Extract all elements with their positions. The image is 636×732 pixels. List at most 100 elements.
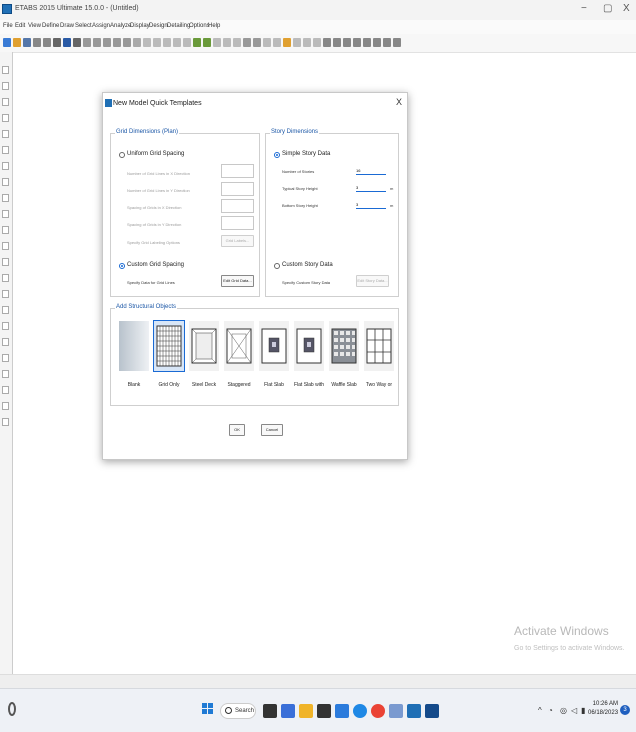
volume-icon[interactable]: ◁: [571, 706, 577, 715]
rotate-icon[interactable]: [153, 38, 161, 47]
typical-story-height-input[interactable]: [356, 184, 386, 192]
wall-stack-icon[interactable]: [2, 306, 9, 314]
num-grid-x-field[interactable]: [221, 164, 254, 178]
zoom-out-icon[interactable]: [103, 38, 111, 47]
close-window-icon[interactable]: X: [623, 3, 630, 14]
menu-edit[interactable]: Edit: [15, 23, 25, 29]
move-up-icon[interactable]: [193, 38, 201, 47]
spacing-y-field[interactable]: [221, 216, 254, 230]
refresh-icon[interactable]: [53, 38, 61, 47]
menu-options[interactable]: Options: [189, 23, 210, 29]
snap-to-lines-icon[interactable]: [2, 386, 9, 394]
pointer-icon[interactable]: [143, 38, 151, 47]
flat-slab-template-tile[interactable]: [259, 321, 289, 371]
taskbar-search[interactable]: Search: [220, 703, 256, 719]
snap-to-grid-icon[interactable]: [2, 402, 9, 410]
zoom-in-icon[interactable]: [93, 38, 101, 47]
shell-icon[interactable]: [303, 38, 311, 47]
elevation-view-icon[interactable]: [183, 38, 191, 47]
move-down-icon[interactable]: [203, 38, 211, 47]
draw-wall-icon[interactable]: [363, 38, 371, 47]
redo-icon[interactable]: [43, 38, 51, 47]
menu-detailing[interactable]: Detailing: [167, 23, 190, 29]
draw-brace-tool-icon[interactable]: [2, 162, 9, 170]
draw-floor-icon[interactable]: [2, 178, 9, 186]
save-icon[interactable]: [23, 38, 31, 47]
wifi-icon[interactable]: ◎: [560, 706, 567, 715]
lock-icon[interactable]: [63, 38, 71, 47]
snap-to-perpendicular-icon[interactable]: [2, 370, 9, 378]
draw-joint-icon[interactable]: [2, 98, 9, 106]
draw-frame-icon[interactable]: [2, 114, 9, 122]
pan-icon[interactable]: [133, 38, 141, 47]
draw-beam-icon[interactable]: [323, 38, 331, 47]
open-icon[interactable]: [13, 38, 21, 47]
draw-column-icon[interactable]: [333, 38, 341, 47]
draw-tendon-icon[interactable]: [2, 242, 9, 250]
task-view-icon[interactable]: [263, 704, 277, 718]
menu-display[interactable]: Display: [130, 23, 150, 29]
draw-column-tool-icon[interactable]: [2, 146, 9, 154]
waffle-slab-template-tile[interactable]: [329, 321, 359, 371]
chrome-icon[interactable]: [371, 704, 385, 718]
design-icon[interactable]: [283, 38, 291, 47]
draw-slab-icon[interactable]: [353, 38, 361, 47]
grid-labels-button[interactable]: Grid Labels...: [221, 235, 254, 247]
snap-to-intersections-icon[interactable]: [2, 354, 9, 362]
number-of-stories-input[interactable]: [356, 167, 386, 175]
menu-view[interactable]: View: [28, 23, 41, 29]
zoom-previous-icon[interactable]: [123, 38, 131, 47]
notepad-icon[interactable]: [389, 704, 403, 718]
restore-icon[interactable]: ▢: [603, 3, 612, 14]
menu-help[interactable]: Help: [208, 23, 220, 29]
menu-select[interactable]: Select: [75, 23, 92, 29]
windows-start-icon[interactable]: [202, 703, 214, 715]
flat-slab-with-template-tile[interactable]: [294, 321, 324, 371]
draw-wall-tool-icon[interactable]: [2, 194, 9, 202]
two-way-template-tile[interactable]: [364, 321, 394, 371]
ok-button[interactable]: OK: [229, 424, 245, 436]
cancel-button[interactable]: Cancel: [261, 424, 283, 436]
etabs-taskbar-icon[interactable]: [407, 704, 421, 718]
undo-icon[interactable]: [33, 38, 41, 47]
spacing-x-field[interactable]: [221, 199, 254, 213]
edit-story-data-button[interactable]: Edit Story Data...: [356, 275, 389, 287]
clock[interactable]: 10:26 AM 06/18/2023: [588, 700, 618, 718]
menu-file[interactable]: File: [3, 23, 13, 29]
set-display-icon[interactable]: [223, 38, 231, 47]
draw-null-area-icon[interactable]: [2, 210, 9, 218]
draw-brace-icon[interactable]: [343, 38, 351, 47]
browser-icon[interactable]: [353, 704, 367, 718]
custom-grid-spacing-radio[interactable]: [119, 263, 125, 269]
deformed-shape-icon[interactable]: [253, 38, 261, 47]
menu-draw[interactable]: Draw: [60, 23, 74, 29]
snap-icon[interactable]: [243, 38, 251, 47]
link-icon[interactable]: [313, 38, 321, 47]
store-icon[interactable]: [317, 704, 331, 718]
widgets-icon[interactable]: [281, 704, 295, 718]
reference-point-icon[interactable]: [2, 290, 9, 298]
zoom-extents-icon[interactable]: [113, 38, 121, 47]
draw-dimension-icon[interactable]: [393, 38, 401, 47]
zoom-window-icon[interactable]: [83, 38, 91, 47]
draw-opening-icon[interactable]: [373, 38, 381, 47]
plan-view-icon[interactable]: [173, 38, 181, 47]
menu-assign[interactable]: Assign: [92, 23, 110, 29]
menu-analyze[interactable]: Analyze: [110, 23, 131, 29]
etabs-dialog-taskbar-icon[interactable]: [425, 704, 439, 718]
forces-icon[interactable]: [263, 38, 271, 47]
steel-deck-template-tile[interactable]: [189, 321, 219, 371]
uniform-grid-spacing-radio[interactable]: [119, 152, 125, 158]
weather-icon[interactable]: [8, 702, 16, 716]
draw-beam-tool-icon[interactable]: [2, 130, 9, 138]
reactions-icon[interactable]: [273, 38, 281, 47]
menu-define[interactable]: Define: [42, 23, 59, 29]
draw-link-icon[interactable]: [2, 226, 9, 234]
minimize-icon[interactable]: −: [581, 3, 587, 14]
draw-section-cut-icon[interactable]: [2, 258, 9, 266]
edge-icon[interactable]: [335, 704, 349, 718]
notification-badge[interactable]: 3: [620, 705, 630, 715]
network-icon[interactable]: ◔: [548, 706, 553, 715]
simple-story-data-radio[interactable]: [274, 152, 280, 158]
staggered-template-tile[interactable]: [224, 321, 254, 371]
